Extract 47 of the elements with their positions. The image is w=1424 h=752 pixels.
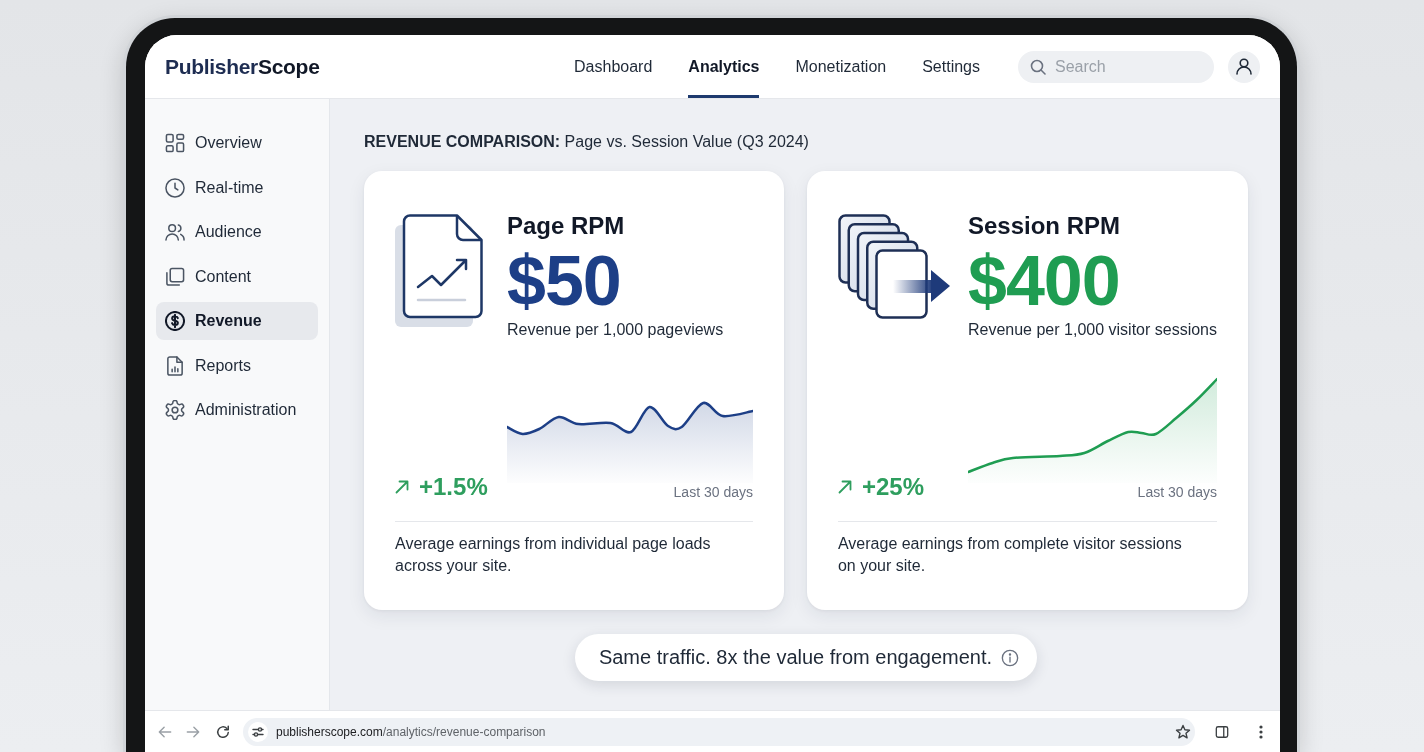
sidebar-item[interactable]: Real-time: [156, 168, 318, 207]
clock-icon: [165, 177, 185, 198]
metric-caption: Revenue per 1,000 pageviews: [507, 320, 724, 340]
trend-up-arrow-icon: [395, 480, 409, 494]
metric-description: Average earnings from complete visitor sessions on your site.: [837, 534, 1183, 576]
metric-title: Session RPM: [967, 212, 1120, 240]
nav-tab[interactable]: Dashboard: [574, 35, 653, 98]
report-document-icon: [165, 355, 185, 376]
copy-icon: [165, 266, 185, 287]
sidebar-item[interactable]: Reports: [156, 346, 318, 385]
gear-icon: [165, 400, 185, 420]
metric-value: $50: [507, 246, 621, 316]
users-icon: [165, 222, 185, 242]
period-label: Last 30 days: [673, 483, 753, 501]
sidebar-item[interactable]: Administration: [156, 391, 318, 429]
sidebar-item[interactable]: Content: [156, 257, 318, 296]
change-percent: +1.5%: [419, 473, 488, 501]
period-label: Last 30 days: [1137, 483, 1217, 501]
sidebar-item[interactable]: Audience: [156, 213, 318, 251]
search-icon: [1030, 58, 1046, 75]
side-panel-icon[interactable]: [1215, 724, 1229, 739]
document-chart-icon: [395, 214, 483, 327]
nav-tab[interactable]: Monetization: [795, 35, 887, 98]
address-field[interactable]: publisherscope.com/analytics/revenue-comparison: [243, 717, 1195, 746]
trend-up-arrow-icon: [837, 480, 852, 494]
star-icon[interactable]: [1175, 723, 1191, 740]
stacked-pages-arrow-icon: [837, 214, 950, 320]
metric-description: Average earnings from individual page loads across your site.: [395, 534, 712, 576]
user-icon: [1236, 58, 1252, 75]
change-percent: +25%: [861, 473, 925, 501]
user-avatar-button[interactable]: [1228, 50, 1260, 83]
brand-logo: PublisherScope: [165, 54, 320, 79]
info-icon[interactable]: [1001, 648, 1020, 667]
nav-tab[interactable]: Settings: [922, 35, 980, 98]
reload-icon[interactable]: [216, 724, 230, 739]
sidebar-item[interactable]: Overview: [156, 124, 318, 162]
more-icon[interactable]: [1259, 724, 1263, 739]
dashboard-grid-icon: [165, 133, 185, 153]
url-text[interactable]: publisherscope.com/analytics/revenue-comparison: [276, 724, 546, 739]
metric-caption: Revenue per 1,000 visitor sessions: [967, 320, 1217, 340]
metric-value: $400: [967, 246, 1120, 316]
sliders-icon[interactable]: [248, 721, 268, 742]
sidebar-item[interactable]: Revenue: [156, 302, 318, 340]
search-field[interactable]: Search: [1018, 50, 1214, 83]
metric-title: Page RPM: [507, 212, 625, 240]
callout-text: Same traffic. 8x the value from engagement.: [598, 646, 993, 669]
section-heading: REVENUE COMPARISON: Page vs. Session Value (Q3 2024): [364, 132, 810, 152]
